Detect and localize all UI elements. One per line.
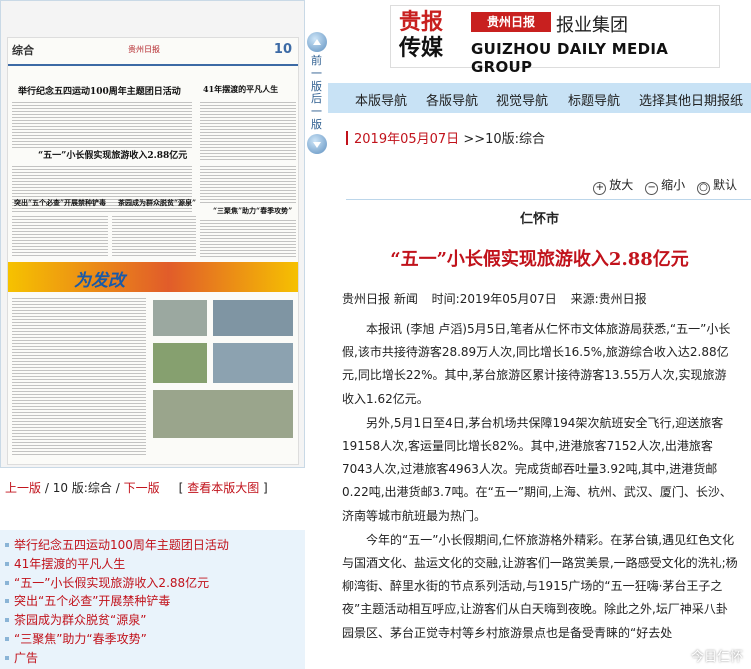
side-page-nav: 前一版 后一版 [307, 30, 328, 154]
meta-source: 贵州日报 新闻 [342, 292, 418, 306]
article-link[interactable]: 41年摆渡的平凡人生 [0, 555, 305, 574]
nav-item-visual[interactable]: 视觉导航 [496, 90, 548, 109]
nav-item-other-dates[interactable]: 选择其他日期报纸 [639, 90, 743, 109]
article-kicker: 仁怀市 [519, 212, 559, 227]
next-page-arrow-icon[interactable] [307, 134, 327, 154]
thumb-photo [153, 390, 293, 438]
site-logo[interactable]: 贵报 传媒 贵州日报 报业集团 GUIZHOU DAILY MEDIA GROU… [390, 5, 720, 76]
left-panel: 综合 贵州日报 10 举行纪念五四运动100周年主题团日活动 41年摆渡的平凡人… [0, 0, 328, 669]
default-size-button[interactable]: ○ 默认 [696, 176, 737, 195]
circle-icon: ○ [696, 182, 710, 195]
next-page-link[interactable]: 下一版 [124, 481, 160, 495]
meta-origin: 来源:贵州日报 [570, 292, 647, 306]
article-link[interactable]: 举行纪念五四运动100周年主题团日活动 [0, 536, 305, 555]
logo-group: 报业集团 [556, 15, 628, 36]
page-thumbnail[interactable]: 综合 贵州日报 10 举行纪念五四运动100周年主题团日活动 41年摆渡的平凡人… [0, 0, 305, 468]
newspaper-page-image[interactable]: 综合 贵州日报 10 举行纪念五四运动100周年主题团日活动 41年摆渡的平凡人… [7, 37, 299, 465]
thumb-masthead: 贵州日报 [128, 45, 160, 54]
article-title: “五一”小长假实现旅游收入2.88亿元 [390, 249, 689, 270]
current-page-label: 10 版:综合 [52, 481, 112, 495]
breadcrumb-marker [346, 131, 348, 145]
divider [346, 199, 751, 200]
nav-item-titles[interactable]: 标题导航 [568, 90, 620, 109]
logo-brand: 贵州日报 [471, 12, 551, 32]
thumb-photo [153, 300, 207, 336]
article-list: 举行纪念五四运动100周年主题团日活动 41年摆渡的平凡人生 “五一”小长假实现… [0, 530, 305, 669]
bracket: ] [263, 481, 268, 495]
article-paragraph: 另外,5月1日至4日,茅台机场共保障194架次航班安全飞行,迎送旅客19158人… [342, 415, 732, 523]
thumb-ad-banner[interactable]: 为发改 [8, 262, 298, 292]
main-panel: 贵报 传媒 贵州日报 报业集团 GUIZHOU DAILY MEDIA GROU… [328, 0, 751, 669]
article-link[interactable]: “五一”小长假实现旅游收入2.88亿元 [0, 574, 305, 593]
page-navigation: 上一版 / 10 版:综合 / 下一版 [ 查看本版大图 ] [5, 478, 305, 498]
zoom-in-button[interactable]: + 放大 [593, 176, 633, 195]
logo-text-top: 贵报 [399, 9, 444, 35]
thumb-text-block [12, 100, 192, 148]
thumb-text-block [12, 214, 108, 258]
meta-time: 时间:2019年05月07日 [431, 292, 557, 306]
thumb-text-block [200, 164, 296, 204]
prev-page-arrow-icon[interactable] [307, 32, 327, 52]
thumb-photo [213, 343, 293, 383]
thumb-headline[interactable]: 茶园成为群众脱贫“源泉” [118, 198, 196, 208]
thumb-photo [153, 343, 207, 383]
nav-item-sections[interactable]: 各版导航 [426, 90, 478, 109]
thumb-text-block [200, 218, 296, 258]
view-large-link[interactable]: 查看本版大图 [187, 481, 259, 495]
article-link[interactable]: 突出“五个必查”开展禁种铲毒 [0, 592, 305, 611]
watermark: 今日仁怀 [690, 650, 743, 665]
article-link[interactable]: 广告 [0, 649, 305, 668]
bracket: [ [163, 481, 184, 495]
article-meta: 贵州日报 新闻 时间:2019年05月07日 来源:贵州日报 [342, 290, 657, 307]
next-page-label[interactable]: 后一版 [311, 92, 323, 131]
thumb-ad-text-block [12, 296, 146, 456]
thumb-headline[interactable]: 突出“五个必查”开展禁种铲毒 [14, 198, 106, 208]
prev-page-link[interactable]: 上一版 [5, 481, 41, 495]
thumb-headline[interactable]: 41年摆渡的平凡人生 [203, 84, 278, 95]
breadcrumb-section[interactable]: >>10版:综合 [463, 132, 545, 147]
prev-page-label[interactable]: 前一版 [311, 54, 323, 93]
article-paragraph: 本报讯 (李旭 卢滔)5月5日,笔者从仁怀市文体旅游局获悉,“五一”小长假,该市… [342, 322, 731, 406]
text-size-tools: + 放大 − 缩小 ○ 默认 [585, 176, 737, 195]
thumb-section-label: 综合 [12, 44, 34, 57]
thumb-text-block [200, 100, 296, 160]
breadcrumb-date[interactable]: 2019年05月07日 [354, 132, 459, 147]
top-navbar: 本版导航 各版导航 视觉导航 标题导航 选择其他日期报纸 [328, 83, 751, 113]
article-body: 本报讯 (李旭 卢滔)5月5日,笔者从仁怀市文体旅游局获悉,“五一”小长假,该市… [342, 318, 738, 646]
thumb-text-block [112, 214, 196, 258]
article-link[interactable]: “三聚焦”助力“春季攻势” [0, 630, 305, 649]
plus-icon: + [593, 182, 607, 195]
logo-english: GUIZHOU DAILY MEDIA GROUP [471, 40, 669, 76]
separator: / [115, 481, 120, 495]
thumb-headline[interactable]: 举行纪念五四运动100周年主题团日活动 [18, 84, 181, 97]
nav-item-page[interactable]: 本版导航 [355, 90, 407, 109]
breadcrumb: 2019年05月07日 >>10版:综合 [346, 128, 545, 147]
zoom-out-button[interactable]: − 缩小 [645, 176, 685, 195]
separator: / [44, 481, 49, 495]
article-paragraph: 今年的“五一”小长假期间,仁怀旅游格外精彩。在茅台镇,遇见红色文化与国酒文化、盐… [342, 532, 738, 640]
thumb-headline[interactable]: “三聚焦”助力“春季攻势” [213, 206, 292, 216]
logo-text-bottom: 传媒 [399, 35, 444, 61]
thumb-page-number: 10 [273, 42, 292, 57]
minus-icon: − [645, 182, 659, 195]
thumb-photo [213, 300, 293, 336]
article-link[interactable]: 茶园成为群众脱贫“源泉” [0, 611, 305, 630]
thumb-ad-text: 为发改 [74, 271, 125, 291]
thumb-headline[interactable]: “五一”小长假实现旅游收入2.88亿元 [38, 148, 187, 161]
